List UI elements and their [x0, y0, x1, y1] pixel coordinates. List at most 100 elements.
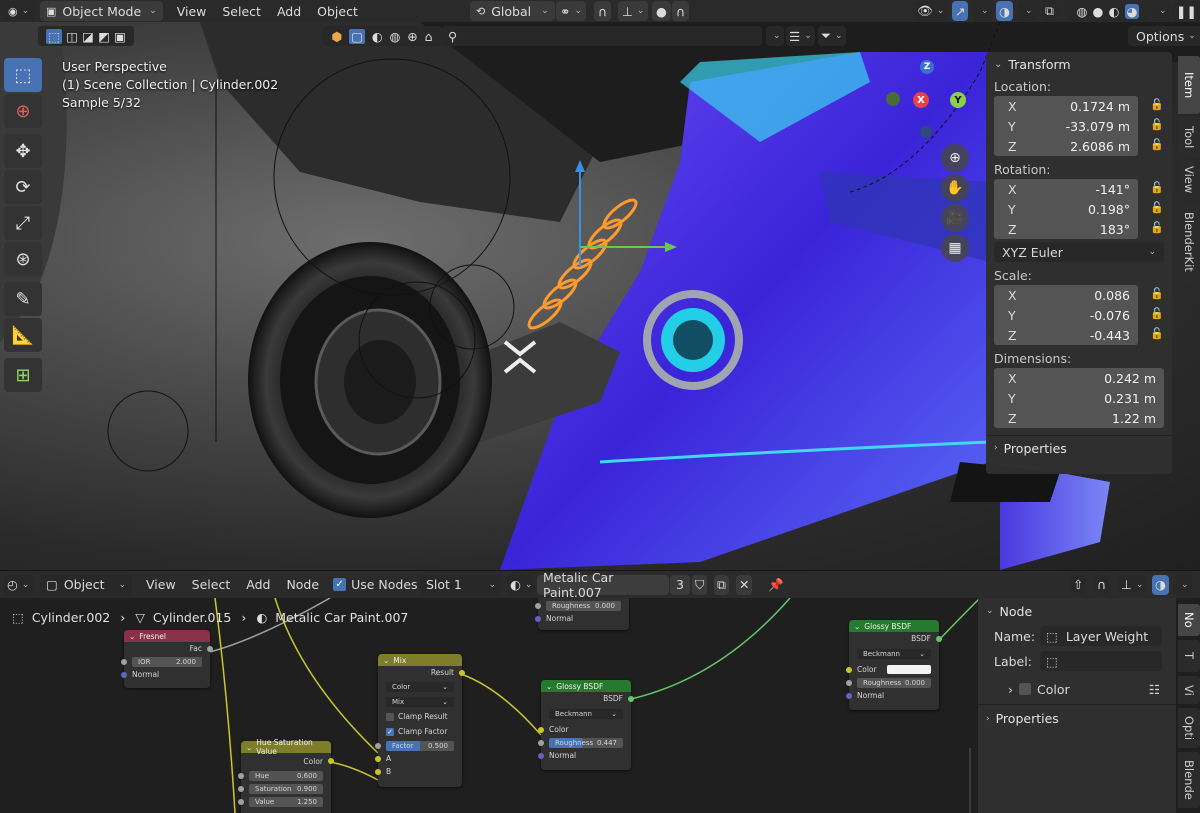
breadcrumb-material[interactable]: Metalic Car Paint.007: [275, 610, 408, 625]
orientation-dropdown[interactable]: ⟲ Global ⌄: [470, 1, 555, 21]
select-intersect-icon[interactable]: ▣: [114, 29, 126, 44]
fresnel-header[interactable]: ⌄ Fresnel: [124, 630, 210, 642]
roughness-field[interactable]: Roughness 0.447: [549, 737, 623, 748]
gizmo-toggle[interactable]: ↗: [952, 1, 969, 21]
pivot-dropdown[interactable]: ⚭ ⌄: [556, 1, 587, 21]
camera-button[interactable]: 🎥: [941, 204, 969, 232]
use-nodes-checkbox[interactable]: ✓ Use Nodes: [333, 577, 418, 592]
editor-type-button[interactable]: ◴ ⌄: [4, 574, 34, 595]
node-name-field[interactable]: ⬚ Layer Weight: [1040, 626, 1162, 646]
properties-panel-header[interactable]: › Properties: [978, 704, 1176, 732]
box-icon[interactable]: ▢: [349, 28, 365, 44]
location-z-field[interactable]: Z 2.6086 m 🔓: [994, 136, 1164, 156]
gizmo-y-axis[interactable]: Y: [950, 92, 966, 108]
hsv-header[interactable]: ⌄ Hue Saturation Value: [241, 738, 331, 756]
select-new-icon[interactable]: ⬚: [46, 28, 62, 44]
lock-icon[interactable]: 🔓: [1150, 307, 1164, 320]
tab-node[interactable]: No: [1178, 604, 1200, 636]
input-socket[interactable]: [535, 602, 541, 609]
solid-icon[interactable]: ●: [1093, 4, 1104, 19]
snap-target-dropdown[interactable]: ⊥ ⌄: [618, 1, 649, 21]
input-socket[interactable]: [538, 739, 544, 746]
input-socket[interactable]: [846, 692, 852, 699]
unlink-material-button[interactable]: ✕: [736, 574, 753, 595]
gizmo-neg-z[interactable]: [920, 126, 932, 138]
node-label-field[interactable]: ⬚: [1040, 651, 1162, 671]
lock-icon[interactable]: 🔓: [1150, 287, 1164, 300]
slot-dropdown[interactable]: Slot 1 ⌄: [420, 574, 502, 595]
node-overlay-dropdown[interactable]: ⌄: [1174, 574, 1192, 595]
select-box-tool[interactable]: ⬚: [4, 58, 42, 92]
distribution-dropdown[interactable]: Beckmann ⌄: [857, 649, 931, 659]
menu-view[interactable]: View: [169, 1, 215, 21]
scale-z-field[interactable]: Z -0.443 🔓: [994, 325, 1164, 345]
rotation-mode-dropdown[interactable]: XYZ Euler ⌄: [994, 242, 1164, 262]
node-panel-header[interactable]: ⌄ Node: [978, 598, 1176, 624]
move-tool[interactable]: ✥: [4, 134, 42, 168]
input-socket[interactable]: [121, 658, 127, 665]
output-socket[interactable]: [936, 635, 942, 642]
cursor-tool[interactable]: ⊕: [4, 94, 42, 128]
blend-mode-dropdown[interactable]: Mix ⌄: [386, 697, 454, 707]
input-socket[interactable]: [538, 726, 544, 733]
scale-tool[interactable]: ⤢: [4, 206, 42, 240]
input-socket[interactable]: [375, 768, 381, 775]
glossy-header[interactable]: ⌄ Glossy BSDF: [541, 680, 631, 692]
input-socket[interactable]: [846, 679, 852, 686]
output-socket[interactable]: [628, 695, 634, 702]
scene-icon[interactable]: ⌂: [425, 29, 433, 44]
breadcrumb-object[interactable]: Cylinder.002: [32, 610, 110, 625]
value-field[interactable]: Value 1.250: [249, 796, 323, 807]
lock-icon[interactable]: 🔓: [1150, 98, 1164, 111]
zoom-button[interactable]: ⊕: [941, 144, 969, 172]
material-name-field[interactable]: Metalic Car Paint.007: [537, 570, 669, 600]
search-input[interactable]: ⚲: [442, 26, 762, 46]
mix-header[interactable]: ⌄ Mix: [378, 654, 462, 666]
input-socket[interactable]: [538, 752, 544, 759]
overlay-dropdown[interactable]: ⌄: [1018, 1, 1036, 21]
pan-button[interactable]: ✋: [941, 174, 969, 202]
split-toggle[interactable]: ❚❚: [1172, 1, 1200, 21]
proportional-toggle[interactable]: ●: [652, 1, 671, 21]
input-socket[interactable]: [846, 666, 852, 673]
glossy-header[interactable]: ⌄ Glossy BSDF: [849, 620, 939, 632]
color-cube-icon[interactable]: ⬢: [331, 29, 342, 44]
clamp-result-row[interactable]: Clamp Result: [378, 709, 462, 724]
partial-bsdf-node[interactable]: Roughness 0.000 Normal: [535, 598, 629, 630]
lock-icon[interactable]: 🔓: [1150, 221, 1164, 234]
material-icon[interactable]: ◐: [1109, 4, 1120, 19]
menu-view[interactable]: View: [138, 575, 184, 595]
list-icon[interactable]: ☷: [1149, 682, 1160, 697]
hue-saturation-value-node[interactable]: ⌄ Hue Saturation Value Color Hue 0.600 Sat…: [238, 738, 334, 813]
distribution-dropdown[interactable]: Beckmann ⌄: [549, 709, 623, 719]
lock-icon[interactable]: 🔓: [1150, 118, 1164, 131]
annotate-tool[interactable]: ✎: [4, 282, 42, 316]
lock-icon[interactable]: 🔓: [1150, 201, 1164, 214]
sphere-icon[interactable]: ◐: [372, 29, 383, 44]
tab-tool[interactable]: T: [1178, 640, 1200, 672]
duplicate-material-button[interactable]: ⧉: [714, 574, 729, 595]
rotation-y-field[interactable]: Y 0.198° 🔓: [994, 199, 1164, 219]
funnel-dropdown[interactable]: ⏷ ⌄: [818, 26, 846, 46]
location-x-field[interactable]: X 0.1724 m 🔓: [994, 96, 1164, 116]
saturation-field[interactable]: Saturation 0.900: [249, 783, 323, 794]
gizmo-z-axis[interactable]: Z: [920, 60, 934, 74]
rotation-x-field[interactable]: X -141° 🔓: [994, 179, 1164, 199]
rotation-z-field[interactable]: Z 183° 🔓: [994, 219, 1164, 239]
menu-add[interactable]: Add: [269, 1, 309, 21]
location-y-field[interactable]: Y -33.079 m 🔓: [994, 116, 1164, 136]
glossy-bsdf-node[interactable]: ⌄ Glossy BSDF BSDF Beckmann ⌄ Color Roughn…: [538, 680, 634, 770]
scale-y-field[interactable]: Y -0.076 🔓: [994, 305, 1164, 325]
options-dropdown[interactable]: Options ⌄: [1128, 26, 1200, 46]
measure-tool[interactable]: 📐: [4, 318, 42, 352]
properties-panel-header[interactable]: › Properties: [986, 436, 1172, 460]
object-type-filter[interactable]: ⬢ ▢ ◐ ◍ ⊕ ⌂: [322, 26, 442, 46]
node-snap-dropdown[interactable]: ⊥ ⌄: [1118, 574, 1147, 595]
menu-select[interactable]: Select: [214, 1, 269, 21]
material-users-count[interactable]: 3: [670, 574, 690, 595]
ortho-toggle-button[interactable]: ▦: [941, 234, 969, 262]
lock-icon[interactable]: 🔓: [1150, 327, 1164, 340]
tab-options[interactable]: Opti: [1178, 708, 1200, 748]
input-socket[interactable]: [375, 742, 381, 749]
add-cube-tool[interactable]: ⊞: [4, 358, 42, 392]
